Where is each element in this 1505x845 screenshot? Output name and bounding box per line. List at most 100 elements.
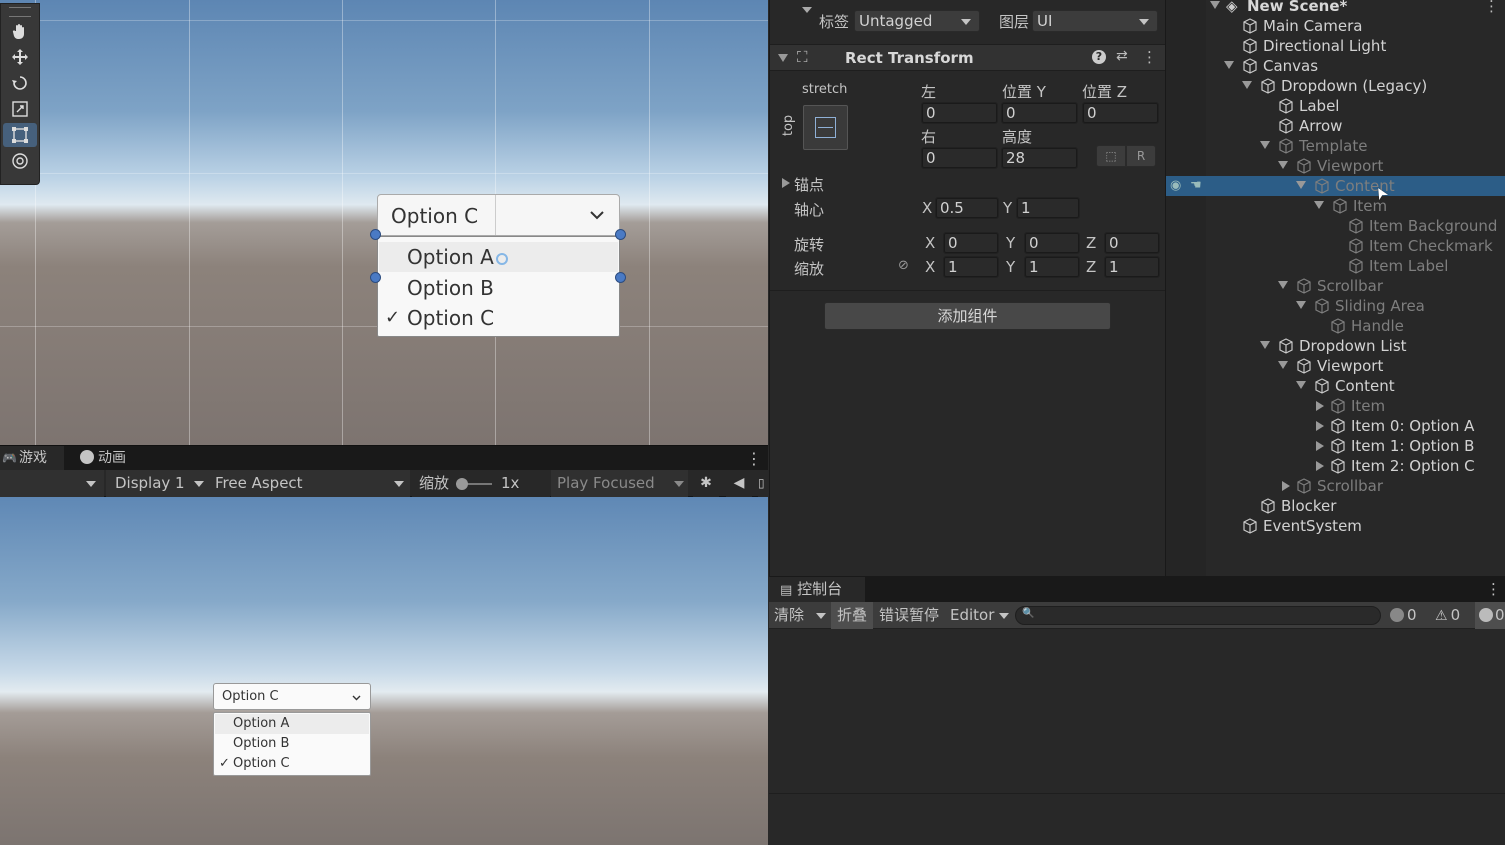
hierarchy-item[interactable]: Item Checkmark — [1166, 236, 1505, 256]
hierarchy-item[interactable]: Item — [1166, 396, 1505, 416]
rot-x-field[interactable]: 0 — [943, 232, 999, 254]
scene-option-b[interactable]: Option B — [379, 273, 618, 303]
toolbar-grip-icon[interactable] — [9, 7, 31, 17]
collapse-arrow-icon[interactable] — [1278, 281, 1288, 289]
height-field[interactable]: 28 — [1001, 147, 1078, 169]
hierarchy-item[interactable]: Item 1: Option B — [1166, 436, 1505, 456]
hierarchy-item[interactable]: Arrow — [1166, 116, 1505, 136]
game-option-c[interactable]: ✓ Option C — [215, 754, 369, 774]
more-options-icon[interactable]: ⋮ — [1484, 0, 1499, 16]
add-component-button[interactable]: 添加组件 — [824, 302, 1111, 330]
posz-field[interactable]: 0 — [1082, 102, 1159, 124]
link-icon[interactable]: ⊘ — [898, 258, 909, 273]
expand-arrow-icon[interactable] — [1316, 421, 1324, 431]
pickable-hand-icon[interactable]: ☚ — [1190, 176, 1202, 196]
clear-options-icon[interactable] — [812, 602, 830, 629]
expand-arrow-icon[interactable] — [1316, 441, 1324, 451]
display-selector[interactable]: Display 1 — [106, 470, 210, 497]
preset-icon[interactable]: ⇄ — [1116, 48, 1128, 64]
error-pause-button[interactable]: 错误暂停 — [879, 602, 939, 629]
scene-dropdown-list[interactable]: Option A Option B ✓ Option C — [377, 236, 620, 337]
expand-arrow-icon[interactable] — [782, 178, 790, 188]
anchor-preset-button[interactable] — [803, 105, 848, 150]
more-options-icon[interactable]: ⋮ — [1142, 48, 1157, 66]
collapse-arrow-icon[interactable] — [1278, 161, 1288, 169]
play-mode-selector[interactable]: Play Focused — [551, 470, 688, 497]
visibility-eye-icon[interactable]: ◉ — [1170, 176, 1181, 196]
hierarchy-item[interactable]: Blocker — [1166, 496, 1505, 516]
rect-handle[interactable] — [615, 229, 626, 240]
tab-game[interactable]: 🎮 游戏 — [0, 446, 64, 471]
pivot-x-field[interactable]: 0.5 — [935, 197, 999, 219]
posy-field[interactable]: 0 — [1001, 102, 1078, 124]
clear-button[interactable]: 清除 — [774, 602, 804, 629]
scale-slider-thumb[interactable] — [456, 478, 468, 490]
expand-arrow-icon[interactable] — [1316, 461, 1324, 471]
bug-icon[interactable]: ✱ — [693, 470, 719, 497]
hierarchy-item[interactable]: Label — [1166, 96, 1505, 116]
hierarchy-item[interactable]: Scrollbar — [1166, 476, 1505, 496]
hierarchy-item[interactable]: Item Label — [1166, 256, 1505, 276]
collapse-arrow-icon[interactable] — [1242, 81, 1252, 89]
hierarchy-item[interactable]: Item — [1166, 196, 1505, 216]
raw-edit-icon[interactable]: R — [1126, 145, 1156, 167]
scale-z-field[interactable]: 1 — [1104, 256, 1160, 278]
stats-icon[interactable]: ▯ — [758, 470, 768, 497]
aspect-selector[interactable]: Free Aspect — [210, 470, 410, 497]
scene-root-row[interactable]: ◈ New Scene* ⋮ — [1166, 0, 1505, 16]
rot-y-field[interactable]: 0 — [1024, 232, 1080, 254]
blueprint-mode-icon[interactable]: ⬚ — [1096, 145, 1126, 167]
expand-arrow-icon[interactable] — [1316, 401, 1324, 411]
pivot-y-field[interactable]: 1 — [1016, 197, 1080, 219]
more-options-icon[interactable]: ⋮ — [1486, 580, 1501, 598]
collapse-arrow-icon[interactable] — [1314, 201, 1324, 209]
scale-x-field[interactable]: 1 — [943, 256, 999, 278]
hierarchy-item[interactable]: Viewport — [1166, 356, 1505, 376]
anchor-label[interactable]: 锚点 — [794, 174, 824, 195]
collapse-arrow-icon[interactable] — [1296, 381, 1306, 389]
hierarchy-item[interactable]: Dropdown List — [1166, 336, 1505, 356]
collapse-arrow-icon[interactable] — [1278, 361, 1288, 369]
help-icon[interactable]: ? — [1092, 50, 1106, 64]
game-view[interactable]: Option C Option A Option B ✓ Option C — [0, 497, 768, 845]
game-dropdown-list[interactable]: Option A Option B ✓ Option C — [213, 712, 371, 776]
rect-handle[interactable] — [615, 272, 626, 283]
tab-animation[interactable]: 动画 — [80, 446, 126, 471]
collapse-arrow-icon[interactable] — [1210, 1, 1220, 9]
game-dropdown[interactable]: Option C — [213, 683, 371, 710]
error-filter-button[interactable]: 0 — [1475, 602, 1505, 629]
game-option-a[interactable]: Option A — [215, 714, 369, 734]
scene-option-c[interactable]: ✓ Option C — [379, 303, 618, 333]
hierarchy-item[interactable]: Main Camera — [1166, 16, 1505, 36]
scale-tool-icon[interactable] — [3, 97, 37, 121]
info-filter-button[interactable]: 0 — [1390, 602, 1417, 629]
move-tool-icon[interactable] — [3, 45, 37, 69]
game-option-b[interactable]: Option B — [215, 734, 369, 754]
transform-tool-icon[interactable] — [3, 149, 37, 173]
rot-z-field[interactable]: 0 — [1104, 232, 1160, 254]
rect-transform-header[interactable]: ⛶ Rect Transform ? ⇄ ⋮ — [770, 44, 1165, 71]
hierarchy-item[interactable]: Template — [1166, 136, 1505, 156]
expand-arrow-icon[interactable] — [1282, 481, 1290, 491]
hand-tool-icon[interactable] — [3, 19, 37, 43]
collapse-button[interactable]: 折叠 — [831, 602, 874, 629]
tag-dropdown[interactable]: Untagged — [854, 10, 980, 32]
collapse-arrow-icon[interactable] — [1260, 141, 1270, 149]
hierarchy-item[interactable]: Item 2: Option C — [1166, 456, 1505, 476]
rect-handle[interactable] — [370, 272, 381, 283]
hierarchy-item[interactable]: Viewport — [1166, 156, 1505, 176]
game-view-selector[interactable] — [0, 470, 104, 497]
console-search-input[interactable]: 🔍 — [1015, 606, 1381, 625]
hierarchy-item[interactable]: Content — [1166, 376, 1505, 396]
left-field[interactable]: 0 — [921, 102, 998, 124]
collapse-arrow-icon[interactable] — [1260, 341, 1270, 349]
layer-dropdown[interactable]: UI — [1032, 10, 1158, 32]
more-options-icon[interactable]: ⋮ — [746, 446, 762, 471]
audio-icon[interactable]: ◀ — [726, 470, 752, 497]
hierarchy-item[interactable]: Scrollbar — [1166, 276, 1505, 296]
scene-option-a[interactable]: Option A — [379, 242, 618, 272]
hierarchy-item[interactable]: Item Background — [1166, 216, 1505, 236]
hierarchy-item[interactable]: EventSystem — [1166, 516, 1505, 536]
rect-tool-icon[interactable] — [3, 123, 37, 147]
scale-y-field[interactable]: 1 — [1024, 256, 1080, 278]
